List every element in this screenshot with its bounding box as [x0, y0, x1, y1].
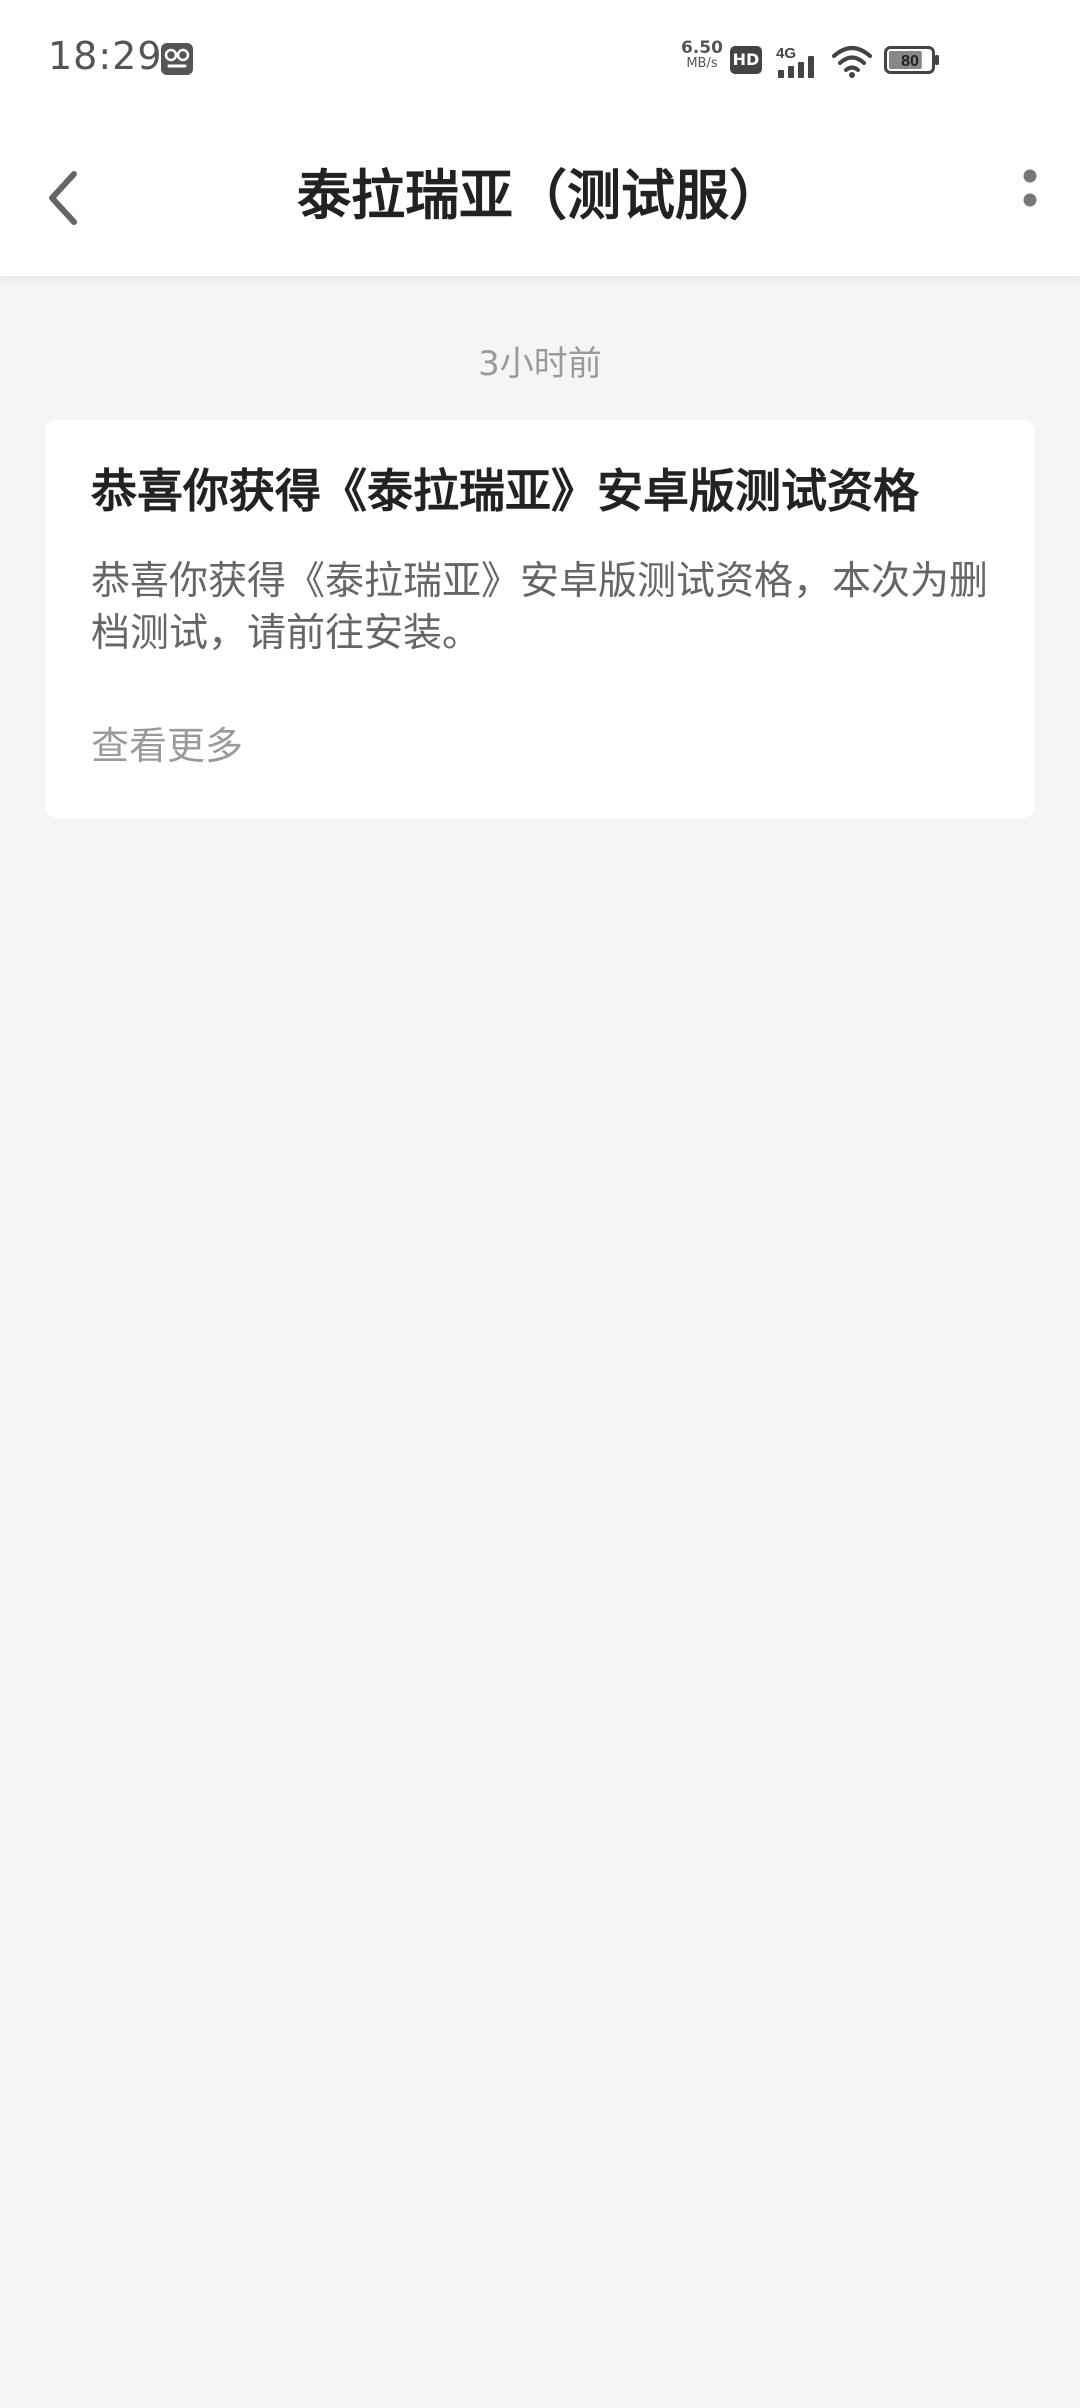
message-card[interactable]: 恭喜你获得《泰拉瑞亚》安卓版测试资格 恭喜你获得《泰拉瑞亚》安卓版测试资格，本次… — [45, 420, 1035, 818]
more-options-button[interactable] — [1000, 160, 1060, 236]
more-vertical-icon — [1023, 169, 1037, 207]
navigation-bar: 泰拉瑞亚（测试服） — [0, 120, 1080, 276]
app-notification-icon — [161, 43, 193, 75]
network-speed: 6.50 MB/s — [678, 40, 726, 72]
chevron-left-icon — [49, 171, 77, 225]
battery-icon: 80 — [884, 46, 939, 74]
network-speed-unit: MB/s — [686, 56, 718, 71]
cellular-signal-icon: 4G — [776, 45, 814, 78]
view-more-link[interactable]: 查看更多 — [91, 720, 243, 772]
status-indicators: 6.50 MB/s HD 4G 80 — [678, 36, 978, 86]
battery-level-label: 80 — [901, 53, 919, 70]
status-time: 18:29 — [48, 34, 163, 78]
message-title: 恭喜你获得《泰拉瑞亚》安卓版测试资格 — [91, 464, 919, 518]
network-speed-value: 6.50 — [681, 38, 723, 58]
page-title: 泰拉瑞亚（测试服） — [297, 164, 783, 227]
message-timestamp: 3小时前 — [478, 344, 602, 384]
back-button[interactable] — [30, 156, 100, 240]
hd-badge: HD — [730, 46, 762, 74]
network-type-label: 4G — [776, 45, 796, 62]
wifi-icon — [832, 46, 872, 78]
message-body: 恭喜你获得《泰拉瑞亚》安卓版测试资格，本次为删档测试，请前往安装。 — [91, 559, 989, 656]
status-bar: 18:29 6.50 MB/s HD 4G 80 — [0, 0, 1080, 120]
